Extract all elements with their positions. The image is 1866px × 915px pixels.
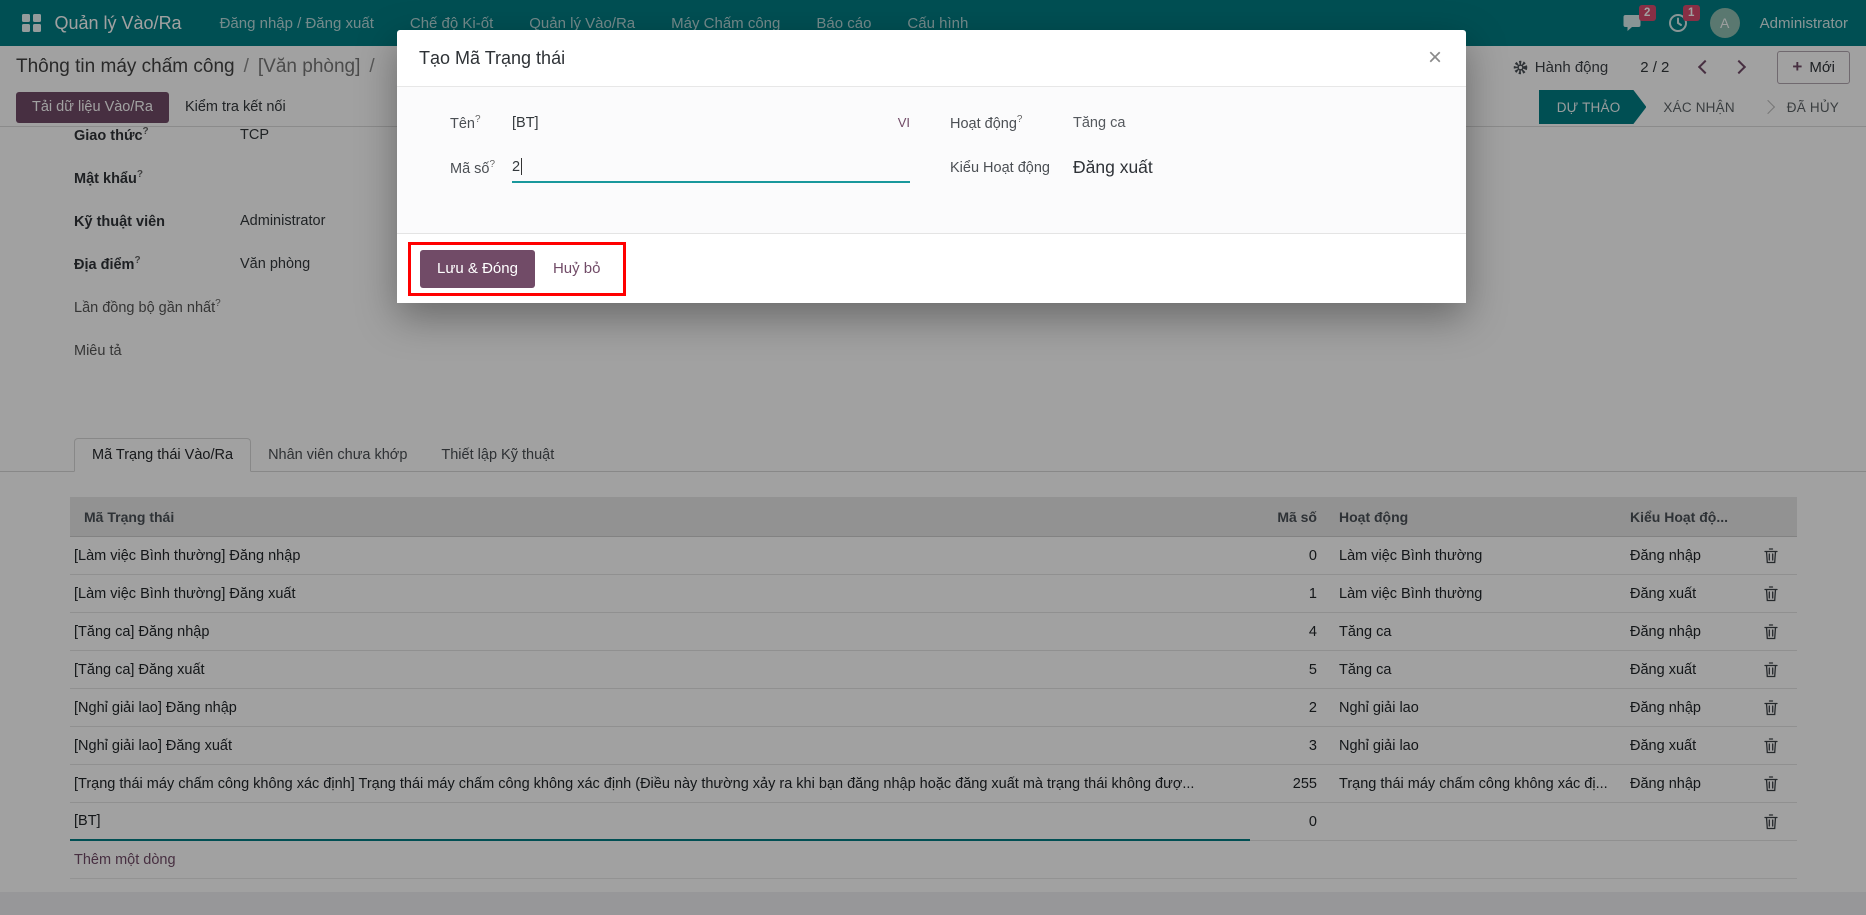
activity-field-label: Hoạt động? bbox=[950, 113, 1023, 132]
text-caret bbox=[521, 158, 523, 175]
create-status-code-dialog: Tạo Mã Trạng thái × Tên? [BT] VI Mã số? … bbox=[397, 30, 1466, 303]
code-field-label: Mã số? bbox=[450, 158, 496, 177]
dialog-body: Tên? [BT] VI Mã số? 2 Hoạt động? Tăng ca… bbox=[397, 87, 1466, 233]
type-field-label: Kiểu Hoạt động bbox=[950, 159, 1050, 176]
dialog-footer: Lưu & Đóng Huỷ bỏ bbox=[397, 233, 1466, 303]
red-highlight-box: Lưu & Đóng Huỷ bỏ bbox=[408, 241, 627, 296]
discard-button[interactable]: Huỷ bỏ bbox=[539, 250, 615, 288]
translate-badge[interactable]: VI bbox=[898, 115, 910, 130]
activity-field[interactable]: Tăng ca bbox=[1073, 115, 1430, 131]
app-window: Quản lý Vào/Ra Đăng nhập / Đăng xuất Chế… bbox=[0, 0, 1866, 915]
name-field[interactable]: [BT] VI bbox=[512, 115, 910, 131]
type-field[interactable]: Đăng xuất bbox=[1073, 157, 1430, 178]
dialog-header: Tạo Mã Trạng thái × bbox=[397, 30, 1466, 87]
save-close-button[interactable]: Lưu & Đóng bbox=[420, 249, 535, 288]
name-field-label: Tên? bbox=[450, 113, 481, 132]
code-input[interactable]: 2 bbox=[512, 153, 910, 183]
close-icon[interactable]: × bbox=[1422, 44, 1448, 72]
dialog-title: Tạo Mã Trạng thái bbox=[419, 47, 566, 68]
